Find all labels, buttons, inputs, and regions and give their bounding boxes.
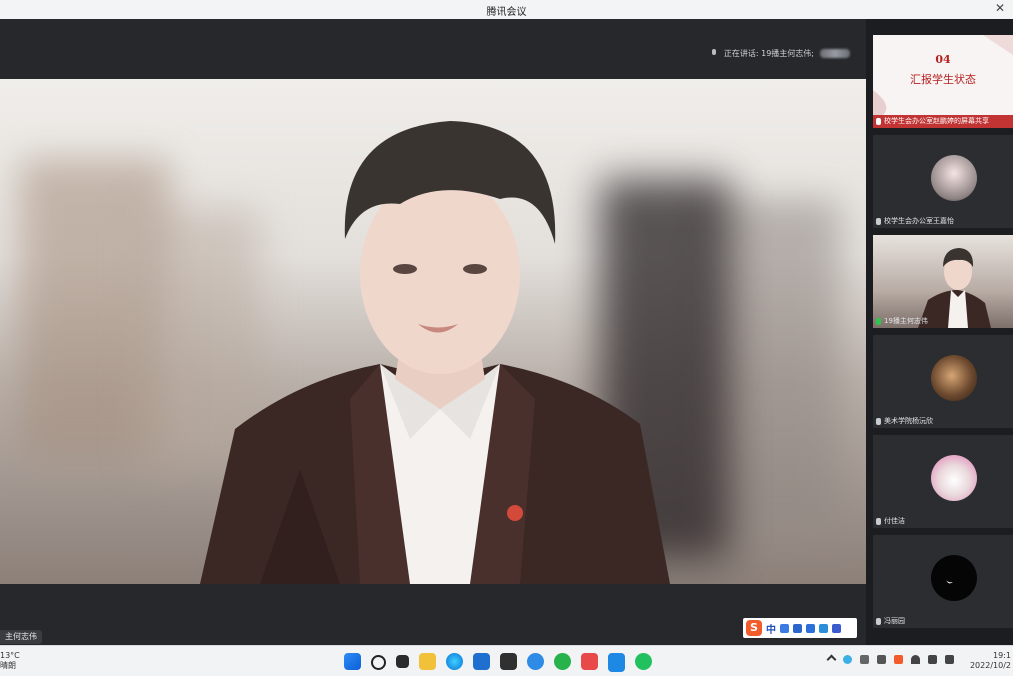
close-icon[interactable]: ✕ [993,1,1007,15]
avatar [931,555,977,601]
share-tile-name: 校学生会办公室赵鹏婷的屏幕共享 [884,117,989,125]
skin-icon[interactable] [819,623,828,633]
input-icon[interactable] [877,655,886,664]
app-icon[interactable] [500,653,517,670]
task-view-icon[interactable] [396,655,409,668]
clock-time: 19:1 [993,651,1011,660]
speaker-avatar-blur [820,48,850,58]
participant-label: 冯丽园 [873,615,909,628]
toolbox-icon[interactable] [832,623,841,633]
clock[interactable]: 19:1 2022/10/2 [970,651,1011,671]
taskbar-apps [344,653,652,672]
participant-label: 校学生会办公室王嘉怡 [873,215,958,228]
volume-icon[interactable] [928,655,937,664]
speaking-indicator: 正在讲话: 19播主何志伟; [710,46,850,60]
avatar [931,355,977,401]
participant-tile[interactable]: 付佳洁 [873,435,1013,528]
participant-label: 美术学院杨沅欣 [873,415,937,428]
participant-name: 冯丽园 [884,617,905,625]
participant-name: 美术学院杨沅欣 [884,417,933,425]
mic-active-icon [876,318,881,325]
mic-icon [876,518,881,525]
main-stage: 正在讲话: 19播主何志伟; 主何志伟 S 中 [0,19,866,645]
windows-start-icon[interactable] [344,653,361,670]
participant-tile[interactable]: 美术学院杨沅欣 [873,335,1013,428]
participant-name: 校学生会办公室王嘉怡 [884,217,954,225]
participant-name: 19播主何志伟 [884,317,928,325]
ime-toolbar[interactable]: S 中 [743,618,857,638]
screen-share-icon [876,118,881,125]
microphone-icon[interactable] [860,655,869,664]
participant-tile[interactable]: 校学生会办公室王嘉怡 [873,135,1013,228]
share-tile-label: 校学生会办公室赵鹏婷的屏幕共享 [873,115,1013,128]
window-title: 腾讯会议 [486,7,527,18]
participant-tile[interactable]: 19播主何志伟 [873,235,1013,328]
main-top-bar: 正在讲话: 19播主何志伟; [0,19,866,79]
mic-icon [876,418,881,425]
wifi-icon[interactable] [911,655,920,664]
clock-date: 2022/10/2 [969,661,1011,670]
microphone-icon[interactable] [793,623,802,633]
punctuation-icon[interactable] [780,623,789,633]
sogou-logo-icon[interactable]: S [746,620,762,636]
snipping-tool-icon[interactable] [581,653,598,670]
mic-icon [876,218,881,225]
chat-app-icon[interactable] [554,653,571,670]
participant-name: 付佳洁 [884,517,905,525]
mic-icon [710,49,718,57]
tray-app-icon[interactable] [843,655,852,664]
keyboard-icon[interactable] [806,623,815,633]
screen-share-tile[interactable]: 04 汇报学生状态 校学生会办公室赵鹏婷的屏幕共享 [873,35,1013,128]
weather-widget[interactable]: 13°C 晴朗 [0,651,20,671]
battery-icon[interactable] [945,655,954,664]
browser-icon[interactable] [527,653,544,670]
participant-sidebar: 04 汇报学生状态 校学生会办公室赵鹏婷的屏幕共享 校学生会办公室王嘉怡 19播… [866,19,1013,645]
main-video[interactable] [0,79,866,584]
speaking-label: 正在讲话: 19播主何志伟; [723,48,814,58]
title-bar: 腾讯会议 ✕ [0,0,1013,20]
avatar [931,155,977,201]
search-icon[interactable] [371,655,386,670]
chevron-up-icon[interactable] [826,654,837,665]
avatar [931,455,977,501]
participant-label: 19播主何志伟 [873,315,932,328]
store-icon[interactable] [473,653,490,670]
slide-number: 04 [935,53,951,66]
speaker-figure [200,121,670,584]
main-video-name-tag: 主何志伟 [0,630,42,644]
ime-mode-label[interactable]: 中 [766,621,776,636]
sogou-tray-icon[interactable] [894,655,903,664]
mic-icon [876,618,881,625]
system-tray [826,654,954,665]
moon-icon [946,579,953,584]
windows-taskbar: 13°C 晴朗 19:1 2022/10/2 [0,645,1013,676]
slide-title: 汇报学生状态 [910,73,976,86]
file-explorer-icon[interactable] [419,653,436,670]
participant-label: 付佳洁 [873,515,909,528]
weather-temperature: 13°C [0,651,20,660]
participant-tile[interactable]: 冯丽园 [873,535,1013,628]
tencent-meeting-icon[interactable] [608,653,625,672]
wechat-icon[interactable] [635,653,652,670]
weather-description: 晴朗 [0,661,16,670]
edge-browser-icon[interactable] [446,653,463,670]
